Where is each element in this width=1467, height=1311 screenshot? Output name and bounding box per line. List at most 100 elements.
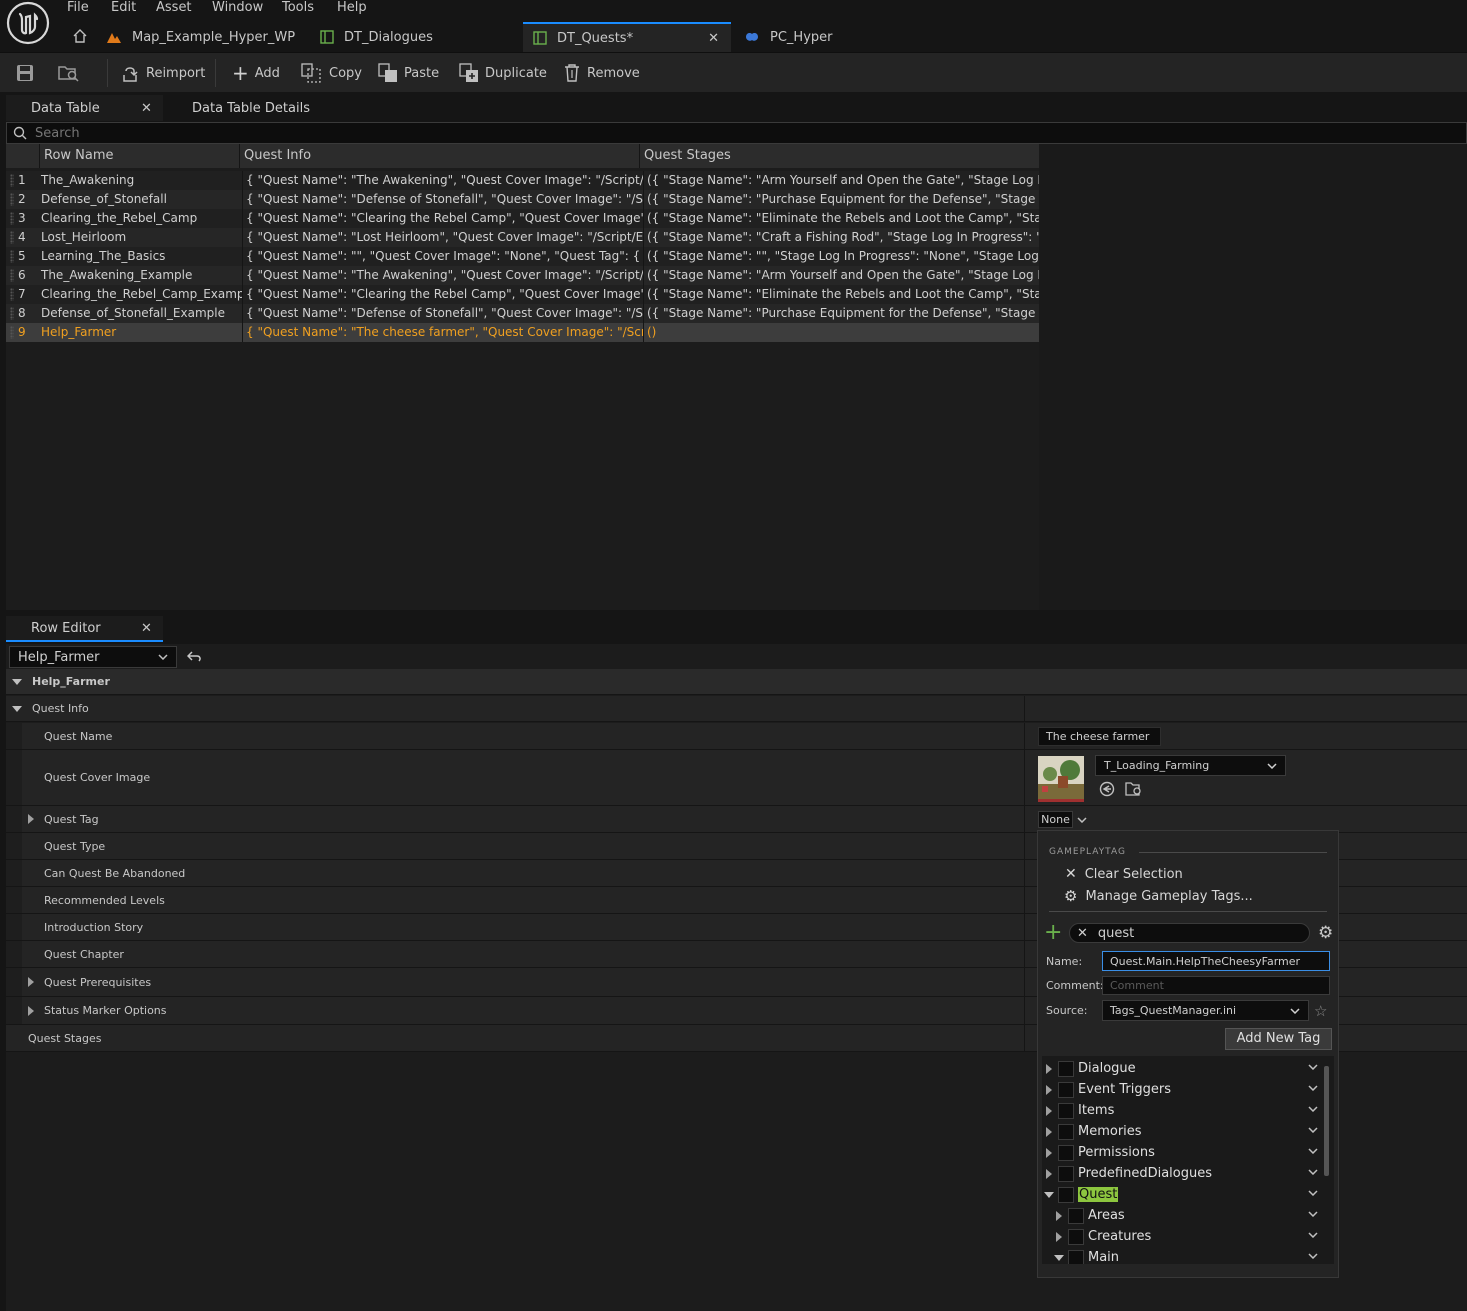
tag-name-input[interactable]: Quest.Main.HelpTheCheesyFarmer (1102, 951, 1330, 971)
clear-search-icon[interactable]: ✕ (1077, 926, 1088, 941)
tag-checkbox[interactable] (1058, 1186, 1074, 1203)
chevron-down-icon[interactable] (1077, 817, 1087, 823)
table-row[interactable]: 7 Clearing_the_Rebel_Camp_Examp { "Quest… (6, 285, 1039, 304)
close-icon[interactable]: ✕ (141, 101, 152, 116)
unreal-engine-logo[interactable] (6, 1, 50, 45)
drag-handle[interactable] (6, 228, 18, 247)
add-tag-icon[interactable]: + (1044, 922, 1062, 944)
settings-gear-icon[interactable]: ⚙ (1318, 923, 1333, 943)
caret-down-icon[interactable] (1054, 1254, 1064, 1261)
caret-right-icon[interactable] (1046, 1063, 1052, 1074)
remove-button[interactable]: Remove (563, 53, 640, 93)
tab-pc-hyper[interactable]: PC_Hyper (734, 22, 934, 52)
drag-handle[interactable] (6, 323, 18, 342)
tag-checkbox[interactable] (1058, 1144, 1074, 1161)
browse-button[interactable] (58, 53, 80, 93)
table-row[interactable]: 6 The_Awakening_Example { "Quest Name": … (6, 266, 1039, 285)
search-box[interactable] (6, 122, 1467, 144)
caret-right-icon[interactable] (1046, 1105, 1052, 1116)
caret-down-icon[interactable] (12, 705, 22, 712)
menu-file[interactable]: File (67, 0, 89, 16)
paste-button[interactable]: Paste (378, 53, 439, 93)
clear-selection-item[interactable]: ✕ Clear Selection (1065, 866, 1183, 882)
quest-name-input[interactable]: The cheese farmer (1038, 727, 1161, 746)
drag-handle[interactable] (6, 171, 18, 190)
tree-item-main[interactable]: Main (1042, 1247, 1334, 1264)
add-row-button[interactable]: + Add (232, 53, 280, 93)
table-row[interactable]: 2 Defense_of_Stonefall { "Quest Name": "… (6, 190, 1039, 209)
close-icon[interactable]: ✕ (708, 31, 719, 46)
table-row[interactable]: 4 Lost_Heirloom { "Quest Name": "Lost He… (6, 228, 1039, 247)
chevron-down-icon[interactable] (1308, 1148, 1318, 1154)
caret-right-icon[interactable] (28, 977, 34, 987)
tag-checkbox[interactable] (1058, 1102, 1074, 1119)
tag-checkbox[interactable] (1058, 1081, 1074, 1098)
tag-checkbox[interactable] (1058, 1123, 1074, 1140)
menu-tools[interactable]: Tools (282, 0, 314, 16)
tab-dt-quests[interactable]: DT_Quests* ✕ (523, 22, 731, 52)
row-name-dropdown[interactable]: Help_Farmer (9, 646, 177, 668)
tree-item-event-triggers[interactable]: Event Triggers (1042, 1079, 1334, 1100)
duplicate-button[interactable]: Duplicate (459, 53, 547, 93)
reimport-button[interactable]: Reimport (120, 53, 205, 93)
drag-handle[interactable] (6, 209, 18, 228)
star-icon[interactable]: ☆ (1314, 1002, 1327, 1020)
close-icon[interactable]: ✕ (141, 621, 152, 636)
search-input[interactable] (35, 125, 1235, 141)
caret-down-icon[interactable] (1044, 1191, 1054, 1198)
tab-map-example[interactable]: Map_Example_Hyper_WP (96, 22, 306, 52)
browse-asset-icon[interactable] (1125, 781, 1143, 797)
cover-image-thumbnail[interactable] (1038, 756, 1084, 802)
caret-right-icon[interactable] (1056, 1210, 1062, 1221)
tag-comment-input[interactable]: Comment (1102, 976, 1330, 995)
menu-window[interactable]: Window (212, 0, 263, 16)
chevron-down-icon[interactable] (1308, 1232, 1318, 1238)
tab-data-table-details[interactable]: Data Table Details (192, 95, 310, 121)
chevron-down-icon[interactable] (1308, 1106, 1318, 1112)
tag-checkbox[interactable] (1068, 1207, 1084, 1224)
drag-handle[interactable] (6, 304, 18, 323)
chevron-down-icon[interactable] (1308, 1127, 1318, 1133)
tree-item-permissions[interactable]: Permissions (1042, 1142, 1334, 1163)
header-row-name[interactable]: Row Name (40, 144, 240, 168)
source-dropdown[interactable]: Tags_QuestManager.ini (1102, 1000, 1309, 1021)
tag-checkbox[interactable] (1058, 1060, 1074, 1077)
home-icon[interactable] (72, 28, 88, 44)
struct-header-row[interactable]: Help_Farmer (6, 669, 1467, 695)
table-row[interactable]: 8 Defense_of_Stonefall_Example { "Quest … (6, 304, 1039, 323)
tag-checkbox[interactable] (1058, 1165, 1074, 1182)
caret-down-icon[interactable] (12, 678, 22, 685)
reset-icon[interactable] (187, 650, 203, 664)
add-new-tag-button[interactable]: Add New Tag (1225, 1028, 1332, 1050)
drag-handle[interactable] (6, 266, 18, 285)
tag-checkbox[interactable] (1068, 1228, 1084, 1245)
tree-item-items[interactable]: Items (1042, 1100, 1334, 1121)
copy-button[interactable]: Copy (301, 53, 362, 93)
tree-item-memories[interactable]: Memories (1042, 1121, 1334, 1142)
save-button[interactable] (16, 53, 34, 93)
drag-handle[interactable] (6, 247, 18, 266)
asset-picker-dropdown[interactable]: T_Loading_Farming (1095, 755, 1286, 776)
table-row[interactable]: 1 The_Awakening { "Quest Name": "The Awa… (6, 171, 1039, 190)
table-row-selected[interactable]: 9 Help_Farmer { "Quest Name": "The chees… (6, 323, 1039, 342)
table-row[interactable]: 5 Learning_The_Basics { "Quest Name": ""… (6, 247, 1039, 266)
caret-right-icon[interactable] (1046, 1126, 1052, 1137)
menu-edit[interactable]: Edit (111, 0, 136, 16)
use-selected-icon[interactable] (1099, 781, 1115, 797)
tree-item-dialogue[interactable]: Dialogue (1042, 1058, 1334, 1079)
chevron-down-icon[interactable] (1308, 1211, 1318, 1217)
chevron-down-icon[interactable] (1308, 1169, 1318, 1175)
caret-right-icon[interactable] (28, 1005, 34, 1016)
caret-right-icon[interactable] (1046, 1168, 1052, 1179)
table-row[interactable]: 3 Clearing_the_Rebel_Camp { "Quest Name"… (6, 209, 1039, 228)
quest-info-category[interactable]: Quest Info (6, 696, 1467, 722)
tree-item-predefined-dialogues[interactable]: PredefinedDialogues (1042, 1163, 1334, 1184)
tab-dt-dialogues[interactable]: DT_Dialogues (310, 22, 520, 52)
chevron-down-icon[interactable] (1308, 1190, 1318, 1196)
tag-checkbox[interactable] (1068, 1249, 1084, 1264)
gameplay-tag-combo[interactable]: None (1038, 811, 1073, 828)
manage-tags-item[interactable]: ⚙ Manage Gameplay Tags... (1064, 887, 1253, 905)
caret-right-icon[interactable] (28, 814, 34, 824)
tree-item-areas[interactable]: Areas (1042, 1205, 1334, 1226)
tag-search-box[interactable]: ✕ quest (1069, 923, 1310, 943)
